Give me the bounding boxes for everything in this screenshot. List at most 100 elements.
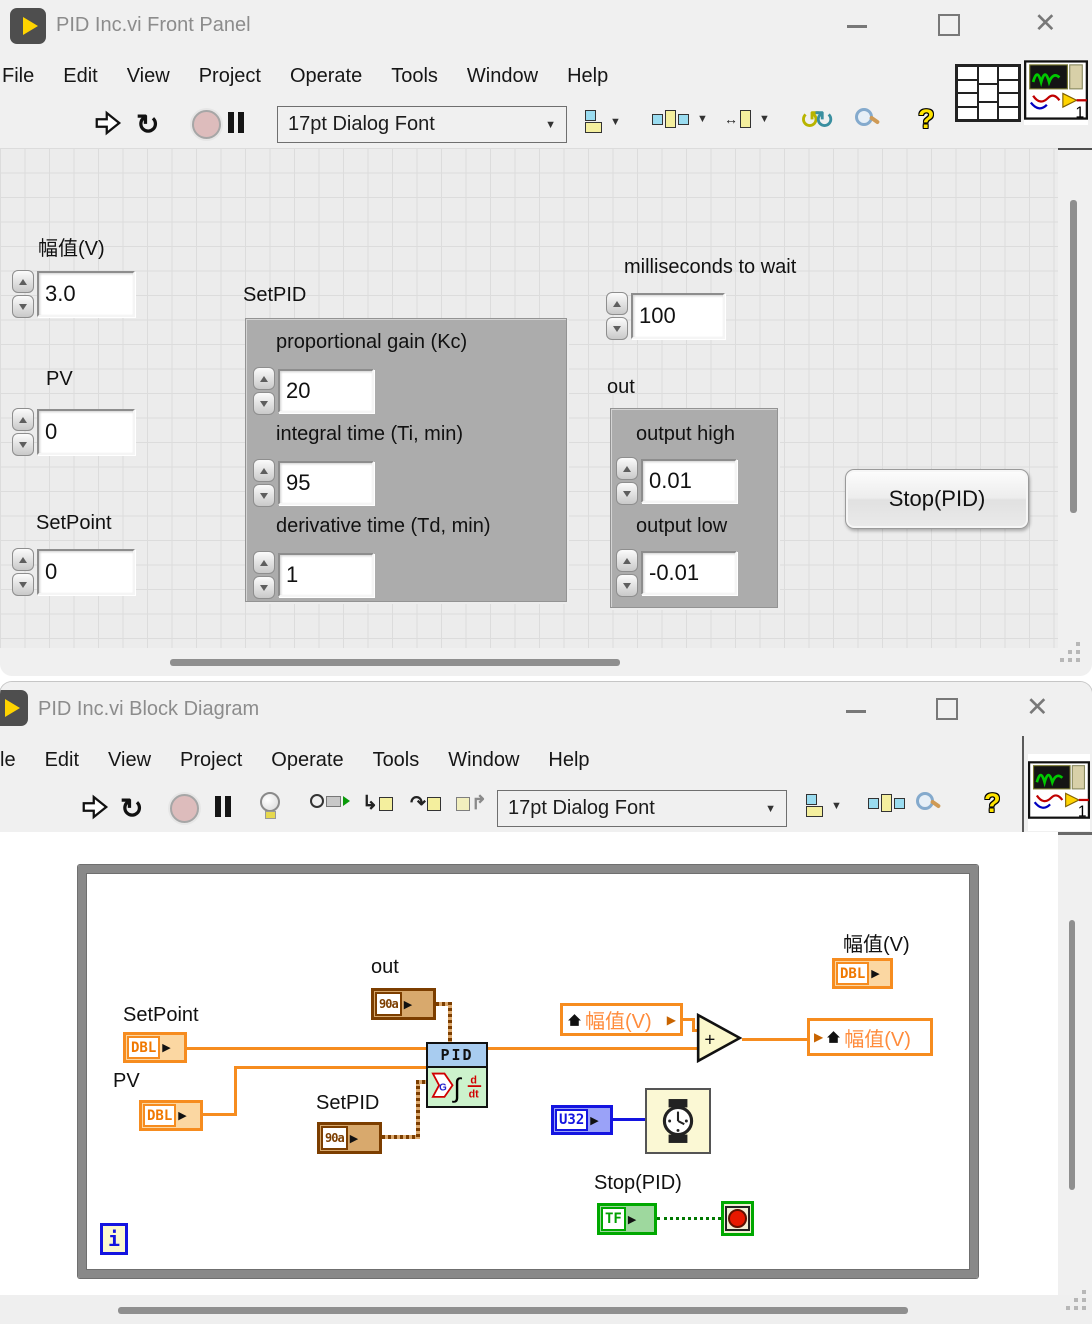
output-low-input[interactable]: -0.01 bbox=[641, 551, 737, 595]
menu-view[interactable]: View bbox=[127, 65, 170, 88]
increment-button[interactable] bbox=[12, 408, 34, 431]
decrement-button[interactable] bbox=[253, 484, 275, 507]
decrement-button[interactable] bbox=[616, 574, 638, 597]
increment-button[interactable] bbox=[12, 548, 34, 571]
amplitude-local-variable-write[interactable]: ▶ 幅值(V) bbox=[807, 1018, 933, 1056]
pause-button[interactable] bbox=[215, 796, 231, 817]
step-over-button[interactable]: ↷ bbox=[410, 792, 441, 815]
menu-project[interactable]: Project bbox=[199, 65, 261, 88]
decrement-button[interactable] bbox=[253, 392, 275, 415]
step-into-button[interactable]: ↳ bbox=[362, 792, 393, 815]
increment-button[interactable] bbox=[253, 551, 275, 574]
menu-help[interactable]: Help bbox=[567, 65, 608, 88]
run-continuously-button[interactable]: ↻ bbox=[136, 108, 159, 141]
decrement-button[interactable] bbox=[616, 482, 638, 505]
run-continuously-button[interactable]: ↻ bbox=[120, 792, 143, 825]
menu-operate[interactable]: Operate bbox=[290, 65, 362, 88]
increment-button[interactable] bbox=[12, 270, 34, 293]
amplitude-local-variable-read[interactable]: 幅值(V) ▶ bbox=[560, 1003, 683, 1036]
menu-window[interactable]: Window bbox=[467, 65, 538, 88]
u32-constant[interactable]: U32▶ bbox=[551, 1105, 613, 1135]
integral-time-input[interactable]: 95 bbox=[278, 461, 374, 505]
run-button[interactable] bbox=[93, 108, 123, 138]
minimize-button[interactable] bbox=[847, 25, 867, 28]
decrement-button[interactable] bbox=[606, 317, 628, 340]
increment-button[interactable] bbox=[253, 367, 275, 390]
distribute-objects-dropdown[interactable] bbox=[868, 794, 905, 812]
help-button[interactable]: ? bbox=[918, 104, 935, 135]
search-button[interactable] bbox=[855, 108, 880, 126]
minimize-button[interactable] bbox=[846, 710, 866, 713]
menu-help[interactable]: Help bbox=[548, 749, 589, 772]
stop-boolean-terminal[interactable]: TF▶ bbox=[597, 1203, 657, 1235]
loop-iteration-terminal[interactable]: i bbox=[100, 1223, 128, 1255]
menu-file-clipped[interactable]: le bbox=[0, 749, 16, 772]
font-selector[interactable]: 17pt Dialog Font ▼ bbox=[497, 790, 787, 827]
vi-icon[interactable]: 1 bbox=[1024, 60, 1088, 125]
reorder-dropdown[interactable]: ↺ ↻ bbox=[800, 106, 834, 135]
pv-terminal[interactable]: DBL▶ bbox=[139, 1100, 203, 1131]
setpoint-terminal[interactable]: DBL▶ bbox=[123, 1032, 187, 1063]
menu-operate[interactable]: Operate bbox=[271, 749, 343, 772]
close-button[interactable]: ✕ bbox=[1026, 694, 1049, 721]
amplitude-value-input[interactable]: 3.0 bbox=[37, 271, 135, 317]
align-objects-dropdown[interactable]: ▼ bbox=[806, 794, 842, 817]
setpoint-value-input[interactable]: 0 bbox=[37, 549, 135, 595]
increment-button[interactable] bbox=[606, 292, 628, 315]
menu-edit[interactable]: Edit bbox=[45, 749, 79, 772]
vertical-scrollbar-thumb[interactable] bbox=[1070, 200, 1077, 513]
distribute-objects-dropdown[interactable]: ▼ bbox=[652, 110, 708, 128]
decrement-button[interactable] bbox=[12, 295, 34, 318]
highlight-execution-button[interactable] bbox=[260, 792, 280, 819]
retain-wire-values-button[interactable] bbox=[310, 794, 350, 808]
while-loop[interactable] bbox=[78, 865, 978, 1278]
font-selector[interactable]: 17pt Dialog Font ▼ bbox=[277, 106, 567, 143]
pv-value-input[interactable]: 0 bbox=[37, 409, 135, 455]
connector-pane[interactable] bbox=[955, 64, 1021, 122]
horizontal-scrollbar-thumb[interactable] bbox=[118, 1307, 908, 1314]
wait-ms-function[interactable] bbox=[645, 1088, 711, 1154]
increment-button[interactable] bbox=[616, 457, 638, 480]
horizontal-scrollbar-thumb[interactable] bbox=[170, 659, 620, 666]
output-low-control: -0.01 bbox=[616, 549, 737, 597]
resize-grip[interactable] bbox=[1066, 1290, 1088, 1312]
run-button[interactable] bbox=[80, 792, 110, 822]
proportional-gain-input[interactable]: 20 bbox=[278, 369, 374, 413]
derivative-time-input[interactable]: 1 bbox=[278, 553, 374, 597]
menu-edit[interactable]: Edit bbox=[63, 65, 97, 88]
setpid-cluster-terminal[interactable]: 90a▶ bbox=[317, 1122, 382, 1154]
amplitude-terminal[interactable]: DBL▶ bbox=[832, 958, 893, 989]
abort-button[interactable] bbox=[170, 794, 199, 823]
output-high-input[interactable]: 0.01 bbox=[641, 459, 737, 503]
vi-icon[interactable]: 1 bbox=[1028, 754, 1090, 831]
menu-window[interactable]: Window bbox=[448, 749, 519, 772]
maximize-button[interactable] bbox=[936, 698, 958, 720]
pid-subvi[interactable]: PID G ∫ d dt bbox=[426, 1042, 488, 1108]
out-cluster-terminal[interactable]: 90a▶ bbox=[371, 988, 436, 1020]
menu-project[interactable]: Project bbox=[180, 749, 242, 772]
menu-view[interactable]: View bbox=[108, 749, 151, 772]
menu-tools[interactable]: Tools bbox=[391, 65, 438, 88]
maximize-button[interactable] bbox=[938, 14, 960, 36]
help-button[interactable]: ? bbox=[984, 788, 1001, 819]
menu-file[interactable]: File bbox=[2, 65, 34, 88]
decrement-button[interactable] bbox=[12, 573, 34, 596]
pause-button[interactable] bbox=[228, 112, 244, 133]
menu-tools[interactable]: Tools bbox=[373, 749, 420, 772]
step-out-button[interactable]: ↱ bbox=[456, 792, 487, 815]
resize-grip[interactable] bbox=[1060, 642, 1082, 664]
loop-condition-terminal[interactable] bbox=[721, 1201, 754, 1236]
search-button[interactable] bbox=[916, 792, 941, 810]
increment-button[interactable] bbox=[616, 549, 638, 572]
resize-objects-dropdown[interactable]: ↔ ▼ bbox=[724, 110, 770, 128]
increment-button[interactable] bbox=[253, 459, 275, 482]
stop-pid-button[interactable]: Stop(PID) bbox=[845, 469, 1029, 529]
close-button[interactable]: ✕ bbox=[1034, 10, 1057, 37]
decrement-button[interactable] bbox=[12, 433, 34, 456]
abort-button[interactable] bbox=[192, 110, 221, 139]
decrement-button[interactable] bbox=[253, 576, 275, 599]
align-objects-dropdown[interactable]: ▼ bbox=[585, 110, 621, 133]
add-function[interactable]: + bbox=[696, 1013, 742, 1068]
vertical-scrollbar-thumb[interactable] bbox=[1069, 920, 1075, 1190]
ms-wait-input[interactable]: 100 bbox=[631, 293, 725, 339]
